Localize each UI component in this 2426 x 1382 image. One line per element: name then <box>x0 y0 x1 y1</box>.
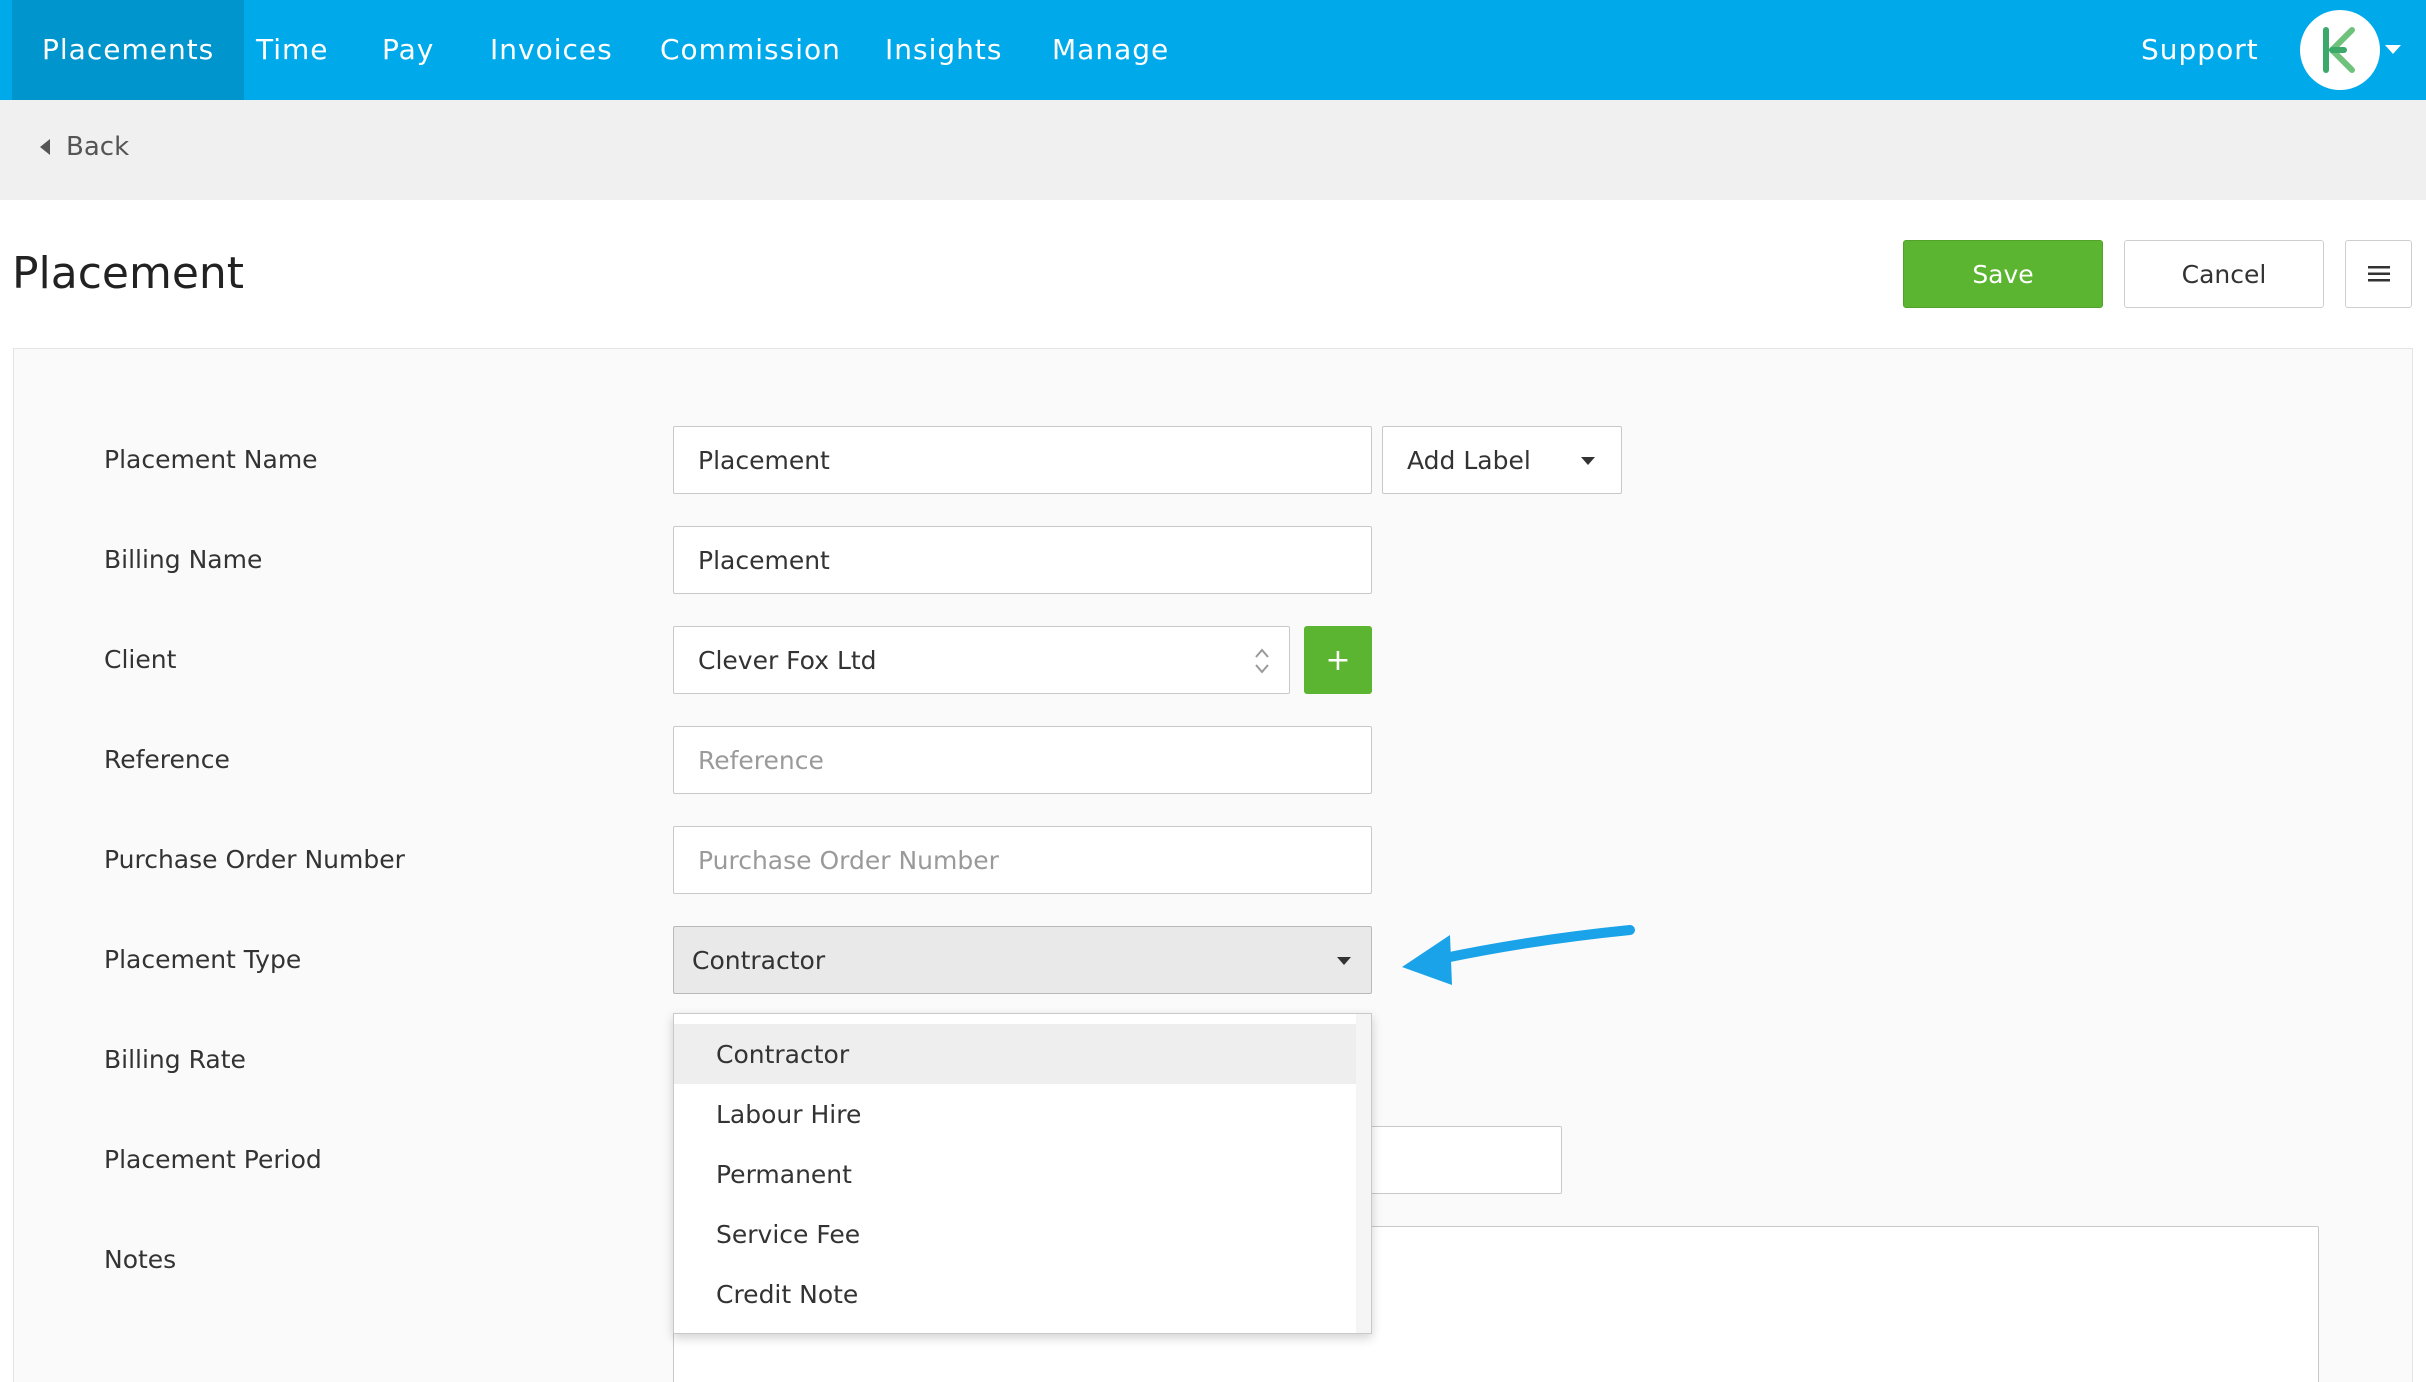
nav-tab-manage[interactable]: Manage <box>1052 0 1169 100</box>
caret-down-icon <box>1581 457 1595 465</box>
option-labour-hire[interactable]: Labour Hire <box>674 1084 1357 1144</box>
back-bar: Back <box>0 100 2426 200</box>
user-menu-caret-icon[interactable] <box>2385 45 2401 54</box>
more-menu-button[interactable] <box>2345 240 2412 308</box>
back-link[interactable]: Back <box>40 132 129 162</box>
client-value: Clever Fox Ltd <box>698 645 877 675</box>
client-select[interactable]: Clever Fox Ltd <box>673 626 1290 694</box>
option-permanent[interactable]: Permanent <box>674 1144 1357 1204</box>
nav-tab-placements[interactable]: Placements <box>12 0 245 100</box>
nav-tab-insights[interactable]: Insights <box>885 0 1002 100</box>
add-label-dropdown[interactable]: Add Label <box>1382 426 1622 494</box>
nav-tab-invoices[interactable]: Invoices <box>490 0 613 100</box>
placement-type-select[interactable]: Contractor <box>673 926 1372 994</box>
back-label: Back <box>66 132 130 162</box>
save-button[interactable]: Save <box>1903 240 2103 308</box>
label-notes: Notes <box>104 1245 177 1274</box>
reference-input[interactable]: Reference <box>673 726 1372 794</box>
label-reference: Reference <box>104 745 230 774</box>
label-client: Client <box>104 645 177 674</box>
placement-type-options-list: Contractor Labour Hire Permanent Service… <box>673 1013 1372 1334</box>
add-label-text: Add Label <box>1407 445 1531 475</box>
dropdown-scrollbar[interactable] <box>1356 1014 1371 1333</box>
billing-name-input[interactable]: Placement <box>673 526 1372 594</box>
caret-down-icon <box>1337 957 1351 965</box>
nav-tab-time[interactable]: Time <box>256 0 329 100</box>
nav-support-link[interactable]: Support <box>2141 0 2259 100</box>
hamburger-icon <box>2367 266 2390 282</box>
placement-name-input[interactable]: Placement <box>673 426 1372 494</box>
placement-type-value: Contractor <box>692 945 826 975</box>
purchase-order-number-input[interactable]: Purchase Order Number <box>673 826 1372 894</box>
label-purchase-order-number: Purchase Order Number <box>104 845 405 874</box>
caret-left-icon <box>40 139 50 155</box>
page-title: Placement <box>12 248 245 299</box>
add-client-button[interactable]: + <box>1304 626 1372 694</box>
sort-updown-icon <box>1255 648 1269 674</box>
label-placement-type: Placement Type <box>104 945 302 974</box>
label-billing-name: Billing Name <box>104 545 263 574</box>
user-avatar[interactable] <box>2300 10 2380 90</box>
option-service-fee[interactable]: Service Fee <box>674 1204 1357 1264</box>
nav-tab-pay[interactable]: Pay <box>382 0 434 100</box>
k-logo-icon <box>2323 27 2355 73</box>
annotation-arrow-icon <box>1402 925 1635 985</box>
cancel-button[interactable]: Cancel <box>2124 240 2324 308</box>
option-credit-note[interactable]: Credit Note <box>674 1264 1357 1324</box>
option-contractor[interactable]: Contractor <box>674 1024 1357 1084</box>
top-navigation-bar: Placements Time Pay Invoices Commission … <box>0 0 2426 100</box>
label-placement-period: Placement Period <box>104 1145 322 1174</box>
label-billing-rate: Billing Rate <box>104 1045 246 1074</box>
nav-tab-commission[interactable]: Commission <box>660 0 841 100</box>
label-placement-name: Placement Name <box>104 445 318 474</box>
